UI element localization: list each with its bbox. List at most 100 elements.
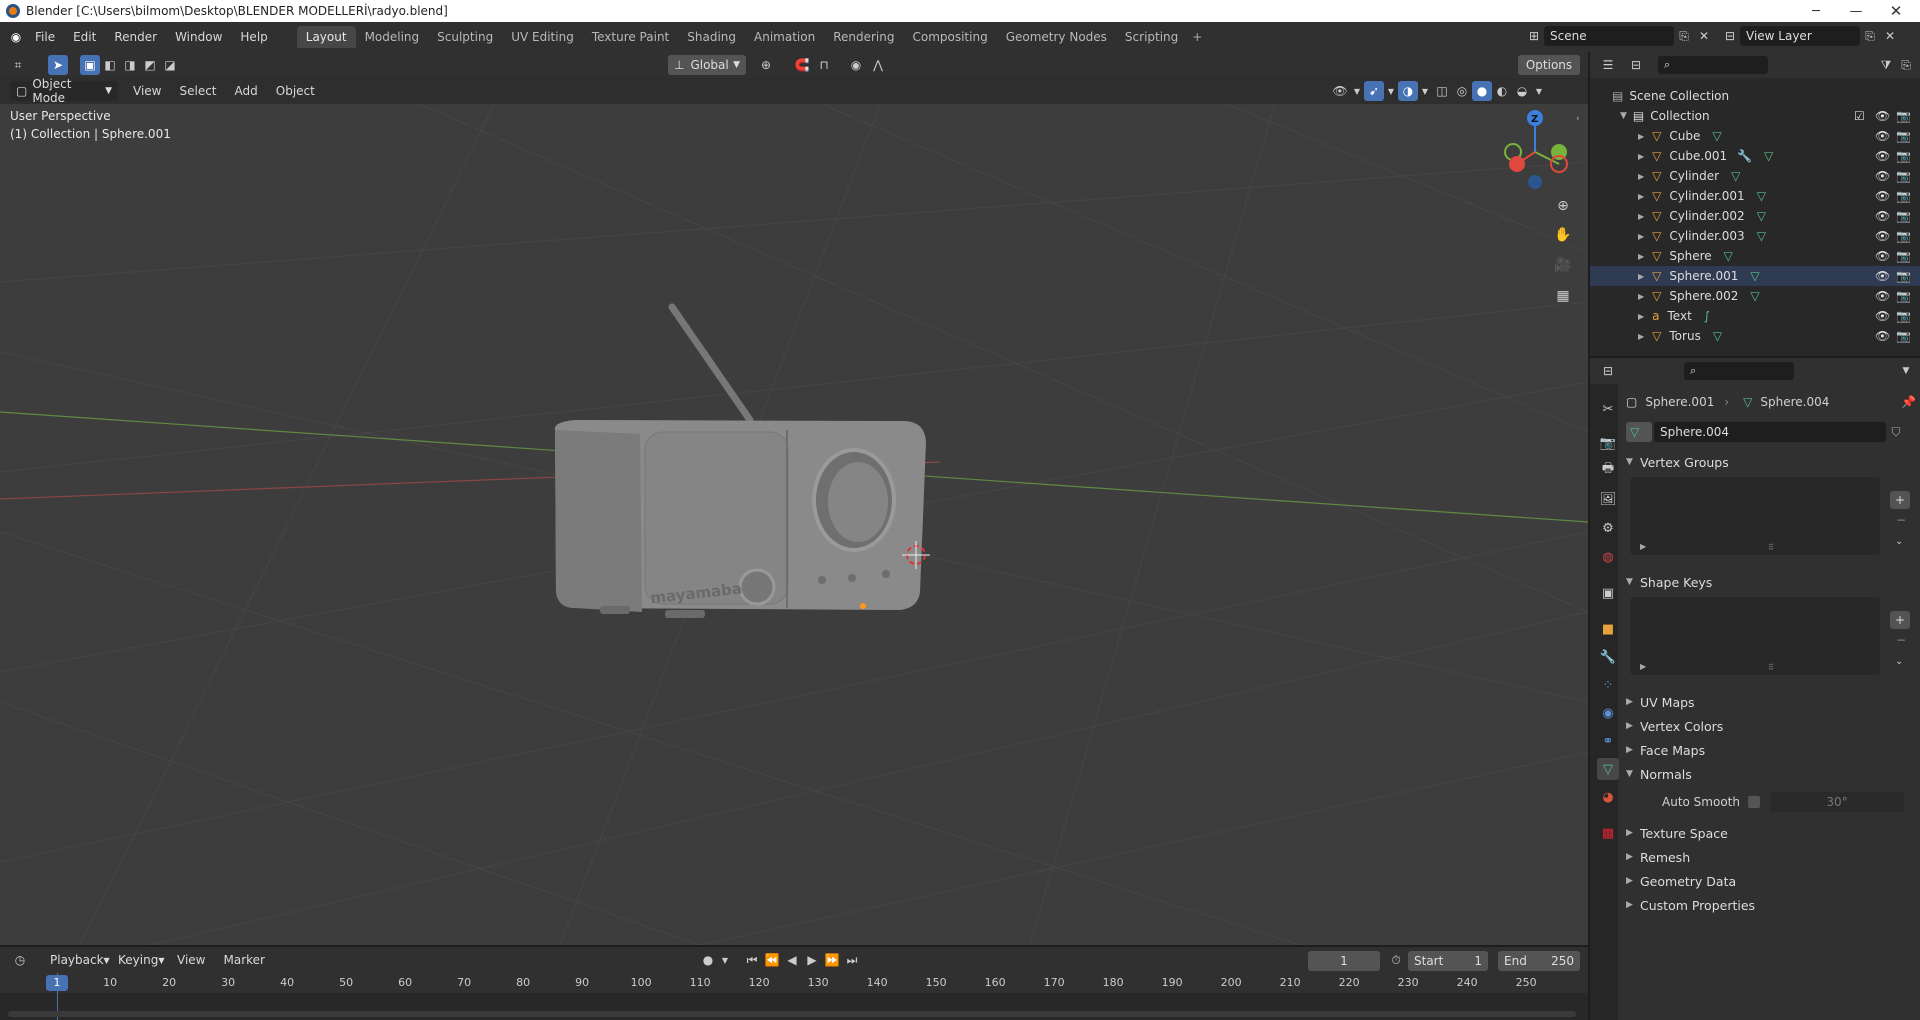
select-intersect-icon[interactable]: ◪ [160,55,180,75]
navigation-gizmo[interactable]: Z [1504,110,1568,189]
add-shape-key-button[interactable]: + [1890,611,1910,629]
camera-icon[interactable]: 📷 [1896,229,1911,243]
window-minimize-button[interactable]: ─ [1796,0,1836,22]
outliner-editor-type-icon[interactable]: ☰ [1598,55,1618,75]
chevron-down-icon[interactable]: ▼ [1350,81,1364,101]
eye-icon[interactable]: 👁 [1875,149,1890,163]
eye-icon[interactable]: 👁 [1875,129,1890,143]
outliner-row[interactable]: ▶ ▽ Cylinder.003 ▽ 👁 📷 [1590,226,1920,246]
select-box-icon[interactable]: ▣ [80,55,100,75]
radio-model[interactable]: mayamaba [554,303,926,618]
select-subtract-icon[interactable]: ◨ [120,55,140,75]
viewport-menu-view[interactable]: View [124,80,170,102]
camera-icon[interactable]: 📷 [1896,269,1911,283]
camera-icon[interactable]: 📷 [1896,289,1911,303]
vertex-group-menu-icon[interactable]: ⌄ [1895,536,1903,547]
outliner-row[interactable]: ▶ ▽ Sphere.002 ▽ 👁 📷 [1590,286,1920,306]
outliner-row[interactable]: ▶ ▽ Cylinder.001 ▽ 👁 📷 [1590,186,1920,206]
viewport-menu-object[interactable]: Object [267,80,324,102]
vertex-groups-list[interactable]: ▶ ⠿ [1630,477,1880,555]
timeline-menu-marker[interactable]: Marker [214,949,273,971]
solid-shading-icon[interactable]: ● [1472,81,1492,101]
new-view-layer-icon[interactable]: ⎘ [1860,26,1880,46]
new-scene-icon[interactable]: ⎘ [1674,26,1694,46]
start-frame-field[interactable]: Start 1 [1408,951,1488,971]
snap-icon[interactable]: 🧲 [792,55,812,75]
current-frame-field[interactable]: 1 [1308,951,1380,971]
pin-icon[interactable]: 📌 [1901,395,1916,409]
eye-icon[interactable]: 👁 [1875,209,1890,223]
material-tab-icon[interactable]: ◕ [1597,786,1619,808]
close-icon[interactable]: ✕ [1876,0,1916,22]
record-icon[interactable]: ● [698,950,718,970]
workspace-tab-rendering[interactable]: Rendering [824,26,903,48]
jump-start-icon[interactable]: ⏮ [742,950,762,970]
chevron-down-icon[interactable]: ▼ [1532,81,1546,101]
mesh-data-icon[interactable]: ▽ [1757,209,1766,223]
expand-icon[interactable]: ▶ [1638,152,1644,161]
add-workspace-icon[interactable]: + [1187,27,1207,47]
area-divider[interactable] [1588,52,1590,1020]
view-layer-field[interactable]: View Layer [1740,26,1860,46]
panel-normals[interactable]: ▼ Normals [1626,763,1916,785]
menu-edit[interactable]: Edit [64,26,105,48]
new-collection-icon[interactable]: ⎘ [1896,55,1916,75]
gizmo-x-handle[interactable] [1509,156,1525,172]
expand-icon[interactable]: ▶ [1638,232,1644,241]
workspace-tab-texture-paint[interactable]: Texture Paint [583,26,678,48]
render-tab-icon[interactable]: 📷 [1597,432,1619,454]
blender-menu-icon[interactable]: ◉ [6,27,26,47]
timeline-editor-type-icon[interactable]: ◷ [10,950,30,970]
shape-key-menu-icon[interactable]: ⌄ [1895,656,1903,667]
physics-tab-icon[interactable]: ◉ [1597,702,1619,724]
editor-type-icon[interactable]: ⌗ [8,55,28,75]
auto-smooth-checkbox[interactable] [1747,796,1760,808]
panel-uv-maps[interactable]: ▶ UV Maps [1626,691,1916,713]
output-tab-icon[interactable]: 🖶 [1597,459,1619,481]
keying-menu[interactable]: Keying ▼ [112,950,168,970]
select-extend-icon[interactable]: ◧ [100,55,120,75]
visibility-icon[interactable]: 👁 [1330,81,1350,101]
add-vertex-group-button[interactable]: + [1890,491,1910,509]
remove-shape-key-button[interactable]: − [1896,633,1906,647]
camera-icon[interactable]: 📷 [1896,329,1911,343]
select-tool-icon[interactable]: ➤ [48,55,68,75]
falloff-icon[interactable]: ⋀ [868,55,888,75]
tool-tab-icon[interactable]: ✂ [1597,398,1619,420]
checkbox-icon[interactable]: ☑ [1854,109,1865,123]
menu-window[interactable]: Window [166,26,231,48]
area-divider[interactable] [0,945,1588,947]
remove-vertex-group-button[interactable]: − [1896,513,1906,527]
delete-view-layer-icon[interactable]: ✕ [1880,26,1900,46]
menu-render[interactable]: Render [105,26,166,48]
chevron-down-icon[interactable]: ▼ [1384,81,1398,101]
eye-icon[interactable]: 👁 [1875,229,1890,243]
outliner-row[interactable]: ▶ ▽ Torus ▽ 👁 📷 [1590,326,1920,346]
camera-icon[interactable]: 📷 [1896,109,1911,123]
camera-icon[interactable]: 📷 [1896,249,1911,263]
proportional-edit-icon[interactable]: ◉ [846,55,866,75]
particles-tab-icon[interactable]: ⁘ [1597,674,1619,696]
wireframe-shading-icon[interactable]: ◎ [1452,81,1472,101]
pivot-point-icon[interactable]: ⊕ [756,55,776,75]
mesh-data-tab-icon[interactable]: ▽ [1597,758,1619,780]
mesh-data-icon[interactable]: ▽ [1712,129,1721,143]
world-tab-icon[interactable]: ◍ [1597,546,1619,568]
xray-icon[interactable]: ◫ [1432,81,1452,101]
mesh-data-icon[interactable]: ▽ [1724,249,1733,263]
camera-icon[interactable]: 📷 [1896,309,1911,323]
camera-icon[interactable]: 📷 [1896,189,1911,203]
panel-texture-space[interactable]: ▶ Texture Space [1626,822,1916,844]
scene-field[interactable]: Scene [1544,26,1674,46]
display-mode-icon[interactable]: ⊟ [1626,55,1646,75]
expand-icon[interactable]: ▶ [1638,312,1644,321]
perspective-toggle-icon[interactable]: ▦ [1552,285,1574,307]
eye-icon[interactable]: 👁 [1875,109,1890,123]
playhead[interactable]: 1 [46,975,68,991]
workspace-tab-sculpting[interactable]: Sculpting [428,26,502,48]
timeline-scrollbar[interactable] [8,1011,1576,1017]
eye-icon[interactable]: 👁 [1875,249,1890,263]
pan-hand-icon[interactable]: ✋ [1552,224,1574,246]
end-frame-field[interactable]: End 250 [1498,951,1580,971]
outliner-row[interactable]: ▶ ▽ Sphere ▽ 👁 📷 [1590,246,1920,266]
